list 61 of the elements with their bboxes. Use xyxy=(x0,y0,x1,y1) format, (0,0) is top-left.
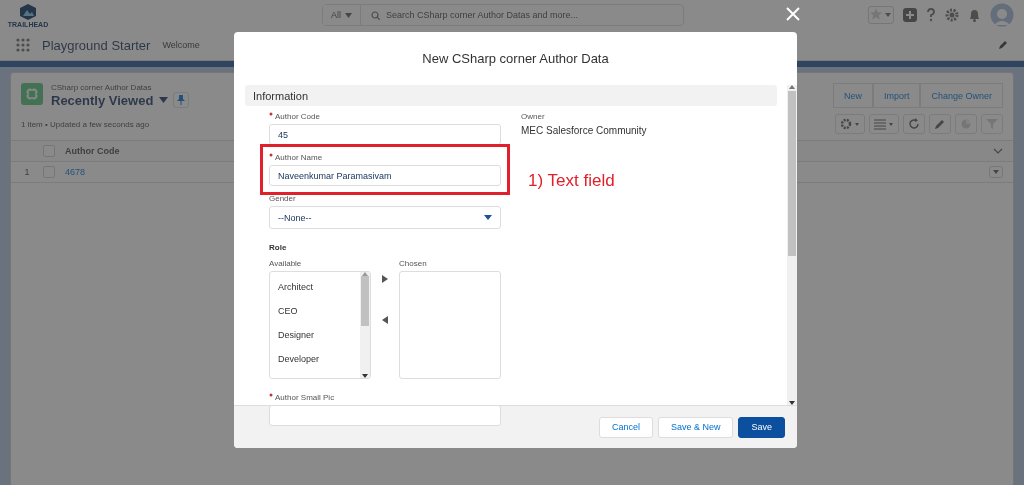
footer-button[interactable]: Cancel xyxy=(598,416,653,438)
annotation-label: 1) Text field xyxy=(528,171,615,191)
list-view-selector[interactable]: Recently Viewed xyxy=(51,92,169,108)
save-button[interactable]: Save xyxy=(738,416,785,438)
scroll-up-icon xyxy=(789,85,795,89)
help-icon[interactable] xyxy=(926,8,936,22)
picklist-field[interactable]: --None-- xyxy=(269,206,501,229)
table-view-icon xyxy=(874,118,894,130)
scroll-down-icon xyxy=(362,374,368,378)
avatar-icon[interactable] xyxy=(990,3,1014,27)
object-label: CSharp corner Author Datas xyxy=(51,83,153,92)
owner-value: MEC Salesforce Community xyxy=(521,125,647,136)
pin-icon xyxy=(177,95,186,105)
app-name: Playground Starter xyxy=(42,37,151,53)
plus-icon[interactable] xyxy=(903,8,917,22)
settings-button[interactable] xyxy=(835,114,865,134)
settings-icon[interactable] xyxy=(945,8,959,22)
close-icon xyxy=(785,6,801,22)
triangle-right-icon xyxy=(382,275,388,283)
caret-icon xyxy=(484,215,492,220)
text-input[interactable]: 45 xyxy=(269,124,501,145)
field-label: Gender xyxy=(269,194,297,203)
refresh-button[interactable] xyxy=(903,114,925,134)
field-label: Author Small Pic xyxy=(269,393,501,402)
nav-tab[interactable]: Welcome xyxy=(162,40,200,50)
field-label: Owner xyxy=(521,112,546,121)
chip-icon xyxy=(26,88,38,100)
table-view-button[interactable] xyxy=(869,114,899,134)
chosen-list[interactable] xyxy=(399,271,501,379)
scrollbar[interactable] xyxy=(787,85,797,405)
pin-button[interactable] xyxy=(173,92,190,108)
list-label: Chosen xyxy=(399,259,428,268)
bell-icon[interactable] xyxy=(968,8,981,22)
footer-button[interactable]: Save & New xyxy=(657,416,734,438)
field-label: Author Code xyxy=(269,112,501,121)
mountain-logo-icon[interactable] xyxy=(18,2,38,21)
list-label: Available xyxy=(269,259,303,268)
row-actions-icon[interactable] xyxy=(989,166,1003,178)
text-input[interactable]: Naveenkumar Paramasivam xyxy=(269,165,501,186)
edit-icon xyxy=(934,118,946,130)
text-input[interactable] xyxy=(269,405,501,426)
modal-title: New CSharp corner Author Data xyxy=(421,50,610,68)
list-status: 1 item • Updated a few seconds ago xyxy=(21,119,150,129)
scrollbar[interactable] xyxy=(360,272,370,378)
edit-button[interactable] xyxy=(929,114,951,134)
triangle-left-icon xyxy=(382,316,388,324)
list-option[interactable]: Developer xyxy=(270,350,360,366)
field-label: Author Name xyxy=(269,153,501,162)
field-label: Role xyxy=(269,243,288,252)
list-option[interactable]: Designer xyxy=(270,326,360,342)
chevron-down-icon[interactable] xyxy=(993,148,1003,154)
app-launcher-icon[interactable] xyxy=(16,38,30,52)
list-option[interactable]: CEO xyxy=(270,302,360,318)
pencil-icon[interactable] xyxy=(998,40,1008,50)
refresh-icon xyxy=(908,118,920,130)
row-number: 1 xyxy=(23,167,31,177)
caret-icon xyxy=(159,97,169,103)
available-list[interactable]: Architect CEO Designer Developer xyxy=(269,271,371,379)
section-header: Information xyxy=(245,85,777,106)
list-option[interactable]: Architect xyxy=(270,278,360,294)
settings-icon xyxy=(840,118,860,130)
